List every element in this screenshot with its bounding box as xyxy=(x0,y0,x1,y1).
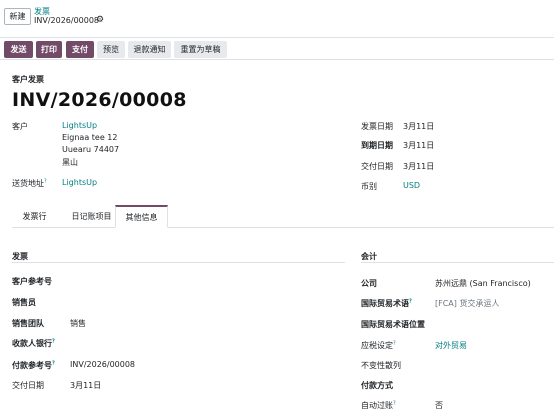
print-button[interactable]: 打印 xyxy=(36,41,62,58)
payment-reference-field[interactable]: INV/2026/00008 xyxy=(70,360,135,369)
section-divider xyxy=(361,262,554,263)
salesperson-label: 销售员 xyxy=(12,298,36,307)
auto-post-label: 自动过账? xyxy=(361,400,396,410)
accounting-section-title: 会计 xyxy=(361,252,377,261)
credit-note-button[interactable]: 退款通知 xyxy=(128,41,171,58)
help-tooltip-icon[interactable]: ? xyxy=(52,360,55,366)
new-button[interactable]: 新建 xyxy=(4,8,31,25)
currency-label: 币别 xyxy=(361,182,377,191)
incoterm-field[interactable]: [FCA] 货交承运人 xyxy=(435,298,499,309)
help-tooltip-icon[interactable]: ? xyxy=(44,178,47,184)
customer-address-line2: Uuearu 74407 xyxy=(62,145,120,154)
immutable-hash-label: 不变性散列 xyxy=(361,361,401,370)
invoice-date-field[interactable]: 3月11日 xyxy=(403,121,434,132)
preview-button[interactable]: 预览 xyxy=(97,41,125,58)
document-type-label: 客户发票 xyxy=(12,75,44,84)
customer-address-country: 黑山 xyxy=(62,158,78,167)
due-date-label: 到期日期 xyxy=(361,141,393,150)
delivery-date-label: 交付日期 xyxy=(361,162,393,171)
document-name: INV/2026/00008 xyxy=(12,89,187,111)
help-tooltip-icon[interactable]: ? xyxy=(409,298,412,304)
fiscal-position-label: 应税设定? xyxy=(361,340,396,350)
breadcrumb-current-record: INV/2026/00008 xyxy=(34,16,100,25)
company-field[interactable]: 苏州远鼎 (San Francisco) xyxy=(435,278,531,289)
customer-label: 客户 xyxy=(12,122,28,131)
delivery-address-field[interactable]: LightsUp xyxy=(62,178,97,187)
due-date-field[interactable]: 3月11日 xyxy=(403,140,434,151)
customer-address-line1: Eignaa tee 12 xyxy=(62,133,118,142)
incoterm-location-label: 国际贸易术语位置 xyxy=(361,320,425,329)
payment-method-label: 付款方式 xyxy=(361,381,393,390)
gear-icon[interactable]: ⚙ xyxy=(96,15,104,25)
incoterm-label: 国际贸易术语? xyxy=(361,298,412,308)
action-bar: 发送 打印 支付 预览 退款通知 重置为草稿 xyxy=(0,37,554,60)
section-divider xyxy=(12,262,345,263)
fiscal-position-field[interactable]: 对外贸易 xyxy=(435,340,467,351)
other-delivery-date-field[interactable]: 3月11日 xyxy=(70,380,101,391)
tab-invoice-lines[interactable]: 发票行 xyxy=(12,205,57,228)
help-tooltip-icon[interactable]: ? xyxy=(393,340,396,346)
tab-other-info[interactable]: 其他信息 xyxy=(115,205,168,228)
auto-post-field[interactable]: 否 xyxy=(435,400,443,411)
notebook-tabs: 发票行 日记账项目 其他信息 xyxy=(12,205,554,228)
payment-reference-label: 付款参考号? xyxy=(12,360,55,370)
company-label: 公司 xyxy=(361,279,377,288)
send-button[interactable]: 发送 xyxy=(4,41,33,58)
tab-journal-items[interactable]: 日记账项目 xyxy=(60,205,123,228)
currency-field[interactable]: USD xyxy=(403,181,420,190)
invoice-section-title: 发票 xyxy=(12,252,28,261)
pay-button[interactable]: 支付 xyxy=(66,41,94,58)
delivery-address-label: 送货地址? xyxy=(12,178,47,188)
reset-to-draft-button[interactable]: 重置为草稿 xyxy=(174,41,227,58)
other-delivery-date-label: 交付日期 xyxy=(12,381,44,390)
sales-team-field[interactable]: 销售 xyxy=(70,318,86,329)
customer-reference-label: 客户参考号 xyxy=(12,277,52,286)
help-tooltip-icon[interactable]: ? xyxy=(52,338,55,344)
recipient-bank-label: 收款人银行? xyxy=(12,338,55,348)
customer-field[interactable]: LightsUp xyxy=(62,121,97,130)
control-panel: 新建 发票 INV/2026/00008 ⚙ xyxy=(0,0,554,36)
invoice-date-label: 发票日期 xyxy=(361,122,393,131)
sales-team-label: 销售团队 xyxy=(12,319,44,328)
delivery-date-field[interactable]: 3月11日 xyxy=(403,161,434,172)
help-tooltip-icon[interactable]: ? xyxy=(393,400,396,406)
